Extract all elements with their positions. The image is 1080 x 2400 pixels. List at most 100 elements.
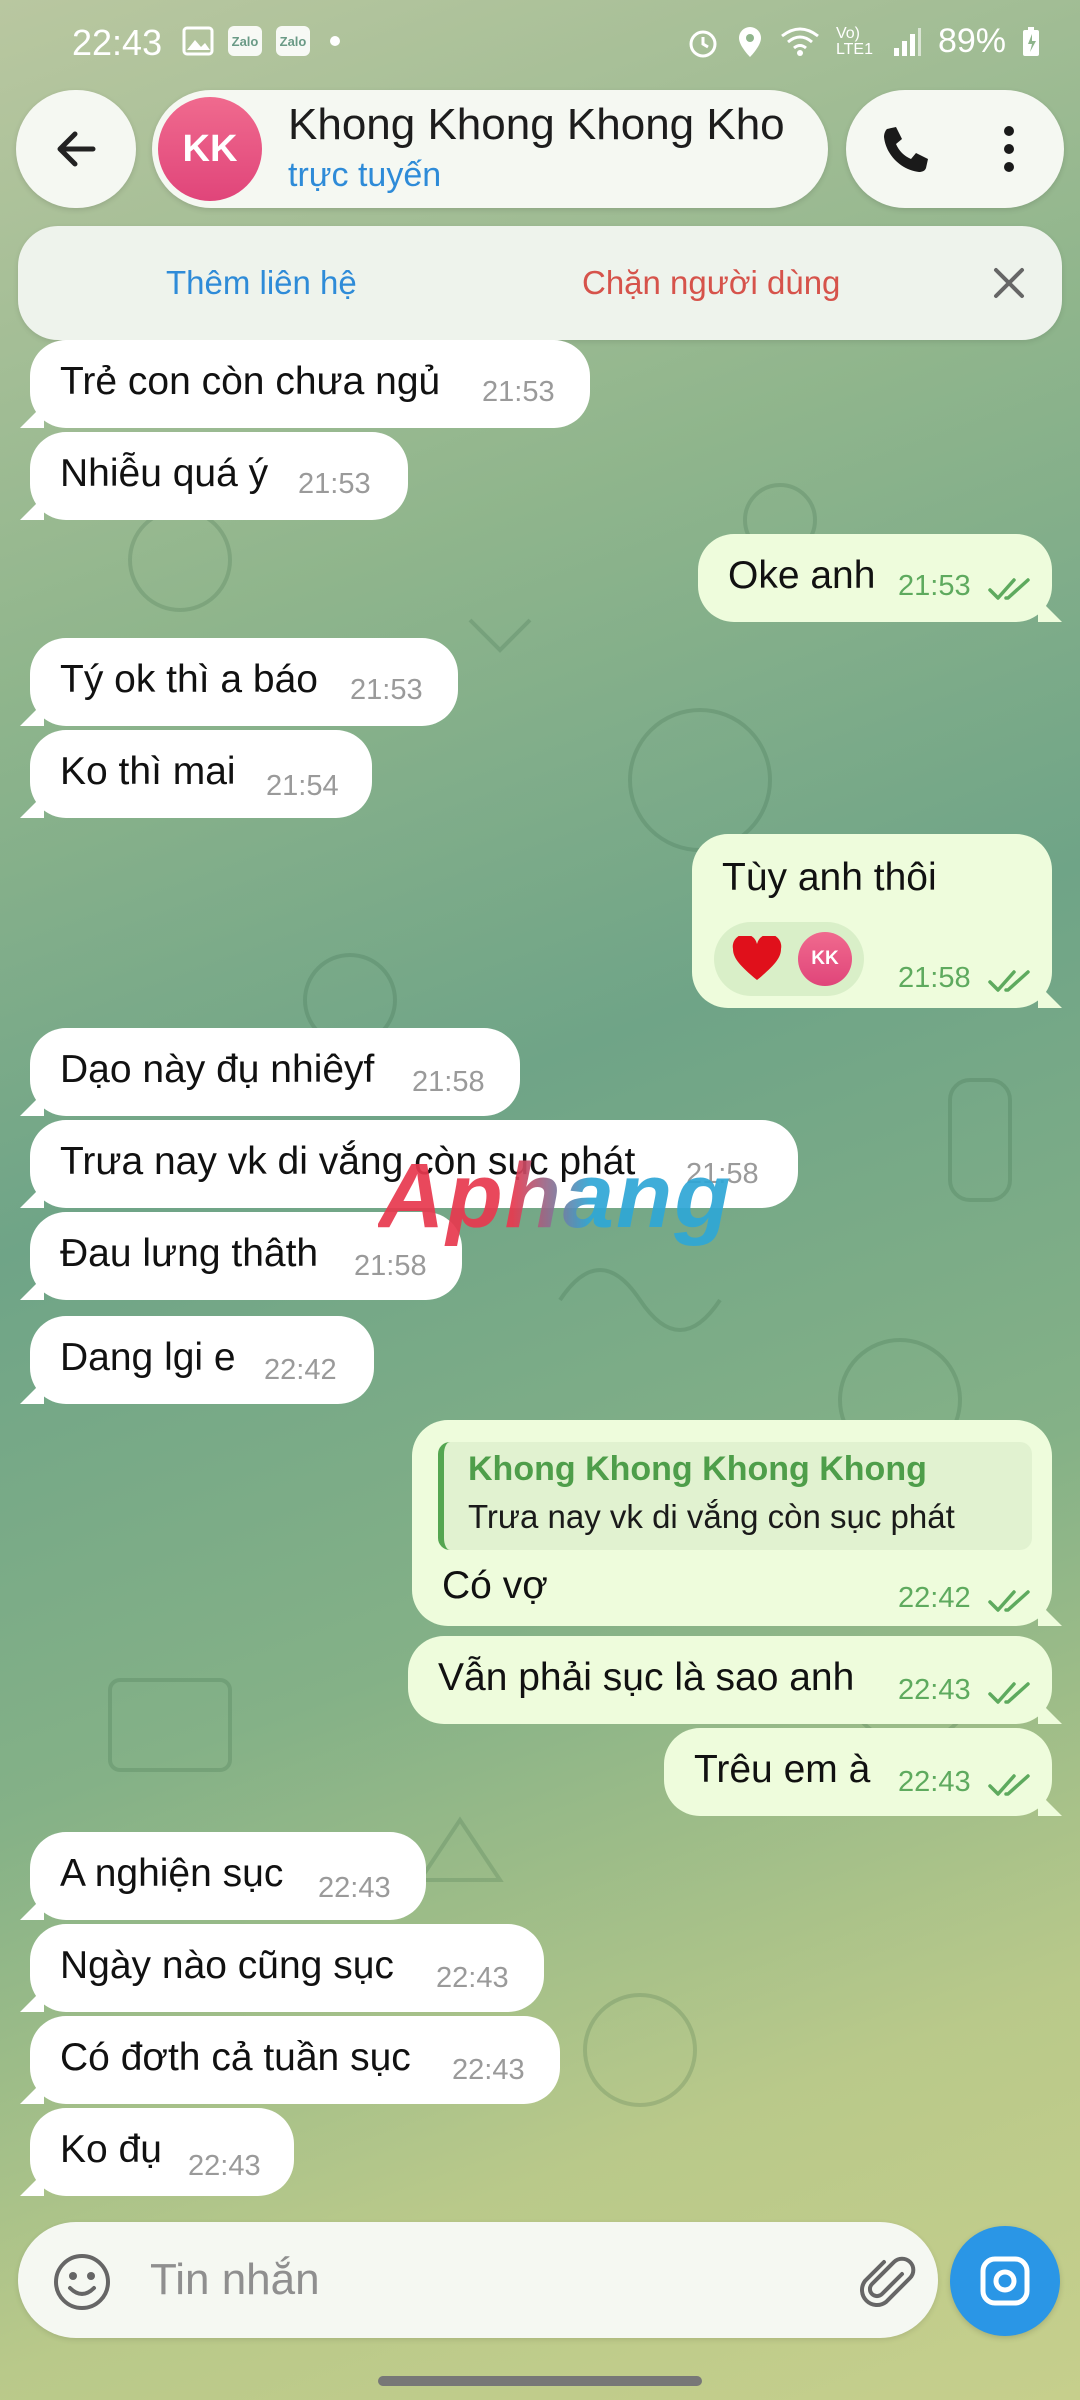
location-icon bbox=[738, 26, 761, 57]
bubble-tail bbox=[20, 1380, 44, 1404]
wifi-icon bbox=[781, 27, 819, 56]
status-time: 22:43 bbox=[72, 22, 163, 63]
bubble-tail bbox=[20, 2172, 44, 2196]
message-incoming[interactable]: Ngày nào cũng sục 22:43 bbox=[20, 1924, 544, 2012]
message-incoming[interactable]: Nhiễu quá ý 21:53 bbox=[20, 432, 408, 520]
image-icon bbox=[182, 26, 214, 56]
close-icon bbox=[994, 268, 1024, 298]
message-time: 21:58 bbox=[354, 1250, 427, 1282]
phone-icon bbox=[884, 127, 928, 172]
bubble-tail bbox=[20, 702, 44, 726]
message-incoming[interactable]: Dang lgi e 22:42 bbox=[20, 1316, 374, 1404]
bubble-tail bbox=[20, 1988, 44, 2012]
message-reaction[interactable]: KK bbox=[714, 922, 864, 996]
alarm-icon bbox=[689, 30, 717, 57]
arrow-left-icon bbox=[57, 131, 96, 167]
message-incoming[interactable]: Ko thì mai 21:54 bbox=[20, 730, 372, 818]
more-vertical-icon bbox=[1004, 126, 1014, 172]
block-user-button[interactable]: Chặn người dùng bbox=[582, 264, 840, 302]
camera-button[interactable] bbox=[950, 2226, 1060, 2336]
message-time: 22:43 bbox=[318, 1872, 391, 1904]
zalo-icon: Zalo bbox=[276, 26, 310, 56]
message-text: Có vợ bbox=[442, 1564, 548, 1607]
heart-icon bbox=[732, 936, 782, 980]
reply-text: Trưa nay vk di vắng còn sục phát bbox=[468, 1498, 955, 1535]
bubble-tail bbox=[20, 2080, 44, 2104]
message-input[interactable] bbox=[148, 2244, 852, 2316]
read-check-icon bbox=[988, 1590, 1030, 1612]
reply-author: Khong Khong Khong Khong bbox=[468, 1450, 927, 1488]
message-time: 22:43 bbox=[188, 2150, 261, 2182]
bubble-tail bbox=[20, 1184, 44, 1208]
message-outgoing[interactable]: Vẫn phải sục là sao anh 22:43 bbox=[408, 1636, 1062, 1724]
message-text: A nghiện sục bbox=[60, 1852, 284, 1895]
gesture-nav-handle[interactable] bbox=[378, 2376, 702, 2386]
message-time: 21:54 bbox=[266, 770, 339, 802]
message-outgoing[interactable]: Tùy anh thôi KK 21:58 bbox=[692, 834, 1062, 1008]
message-incoming[interactable]: Dạo này đụ nhiêyf 21:58 bbox=[20, 1028, 520, 1116]
read-check-icon bbox=[988, 1682, 1030, 1704]
message-time: 21:58 bbox=[412, 1066, 485, 1098]
message-text: Trẻ con còn chưa ngủ bbox=[60, 360, 441, 403]
message-time: 22:43 bbox=[898, 1766, 971, 1798]
message-outgoing[interactable]: Oke anh 21:53 bbox=[698, 534, 1062, 622]
message-incoming[interactable]: Ko đụ 22:43 bbox=[20, 2108, 294, 2196]
message-composer bbox=[18, 2222, 938, 2338]
message-text: Ngày nào cũng sục bbox=[60, 1944, 394, 1987]
message-text: Oke anh bbox=[728, 554, 876, 597]
message-time: 22:43 bbox=[436, 1962, 509, 1994]
network-label: Vo) LTE1 bbox=[835, 24, 873, 58]
message-text: Ko thì mai bbox=[60, 750, 236, 793]
online-status: trực tuyến bbox=[288, 156, 442, 194]
message-time: 22:43 bbox=[898, 1674, 971, 1706]
read-check-icon bbox=[988, 970, 1030, 992]
notification-icons: Zalo Zalo bbox=[182, 26, 340, 56]
bubble-tail bbox=[1038, 1602, 1062, 1626]
message-time: 22:43 bbox=[452, 2054, 525, 2086]
call-button[interactable] bbox=[868, 114, 938, 184]
bubble-tail bbox=[20, 1092, 44, 1116]
bubble-tail bbox=[20, 1276, 44, 1300]
message-text: Vẫn phải sục là sao anh bbox=[438, 1656, 855, 1699]
emoji-button[interactable] bbox=[52, 2252, 112, 2312]
add-contact-button[interactable]: Thêm liên hệ bbox=[166, 264, 357, 302]
message-outgoing[interactable]: Khong Khong Khong Khong Trưa nay vk di v… bbox=[412, 1420, 1062, 1626]
unknown-contact-bar: Thêm liên hệ Chặn người dùng bbox=[18, 226, 1062, 340]
bubble-tail bbox=[1038, 984, 1062, 1008]
reply-quote[interactable]: Khong Khong Khong Khong Trưa nay vk di v… bbox=[438, 1442, 1032, 1550]
bubble-tail bbox=[1038, 598, 1062, 622]
smile-icon bbox=[54, 2254, 110, 2310]
contact-name: Khong Khong Khong Kho bbox=[288, 100, 785, 149]
bubble-tail bbox=[1038, 1700, 1062, 1724]
message-text: Đau lưng thâth bbox=[60, 1232, 319, 1275]
bubble-tail bbox=[20, 1896, 44, 1920]
contact-info[interactable]: KK Khong Khong Khong Kho trực tuyến bbox=[152, 90, 828, 208]
message-text: Tý ok thì a báo bbox=[60, 658, 318, 701]
bubble-tail bbox=[1038, 1792, 1062, 1816]
message-incoming[interactable]: Tý ok thì a báo 21:53 bbox=[20, 638, 458, 726]
message-text: Dạo này đụ nhiêyf bbox=[60, 1048, 375, 1091]
close-bar-button[interactable] bbox=[984, 258, 1034, 308]
chat-header: KK Khong Khong Khong Kho trực tuyến bbox=[0, 90, 1080, 210]
more-button[interactable] bbox=[974, 114, 1044, 184]
message-time: 21:53 bbox=[898, 570, 971, 602]
message-text: Dang lgi e bbox=[60, 1336, 236, 1379]
message-incoming[interactable]: A nghiện sục 22:43 bbox=[20, 1832, 426, 1920]
message-text: Ko đụ bbox=[60, 2128, 162, 2171]
paperclip-icon bbox=[860, 2256, 916, 2307]
message-text: Tùy anh thôi bbox=[722, 856, 937, 899]
read-check-icon bbox=[988, 1774, 1030, 1796]
message-outgoing[interactable]: Trêu em à 22:43 bbox=[664, 1728, 1062, 1816]
back-button[interactable] bbox=[16, 90, 136, 208]
avatar[interactable]: KK bbox=[158, 97, 262, 201]
message-incoming[interactable]: Có đơth cả tuần sục 22:43 bbox=[20, 2016, 560, 2104]
status-bar: 22:43 Zalo Zalo Vo) LTE1 89% bbox=[0, 0, 1080, 90]
message-time: 21:53 bbox=[350, 674, 423, 706]
camera-icon bbox=[980, 2256, 1030, 2306]
attach-button[interactable] bbox=[858, 2252, 918, 2312]
message-time: 21:53 bbox=[482, 376, 555, 408]
bubble-tail bbox=[20, 794, 44, 818]
message-incoming[interactable]: Trẻ con còn chưa ngủ 21:53 bbox=[20, 340, 590, 428]
watermark-logo: Aphang bbox=[378, 1145, 733, 1247]
system-icons: Vo) LTE1 89% bbox=[686, 22, 1040, 61]
